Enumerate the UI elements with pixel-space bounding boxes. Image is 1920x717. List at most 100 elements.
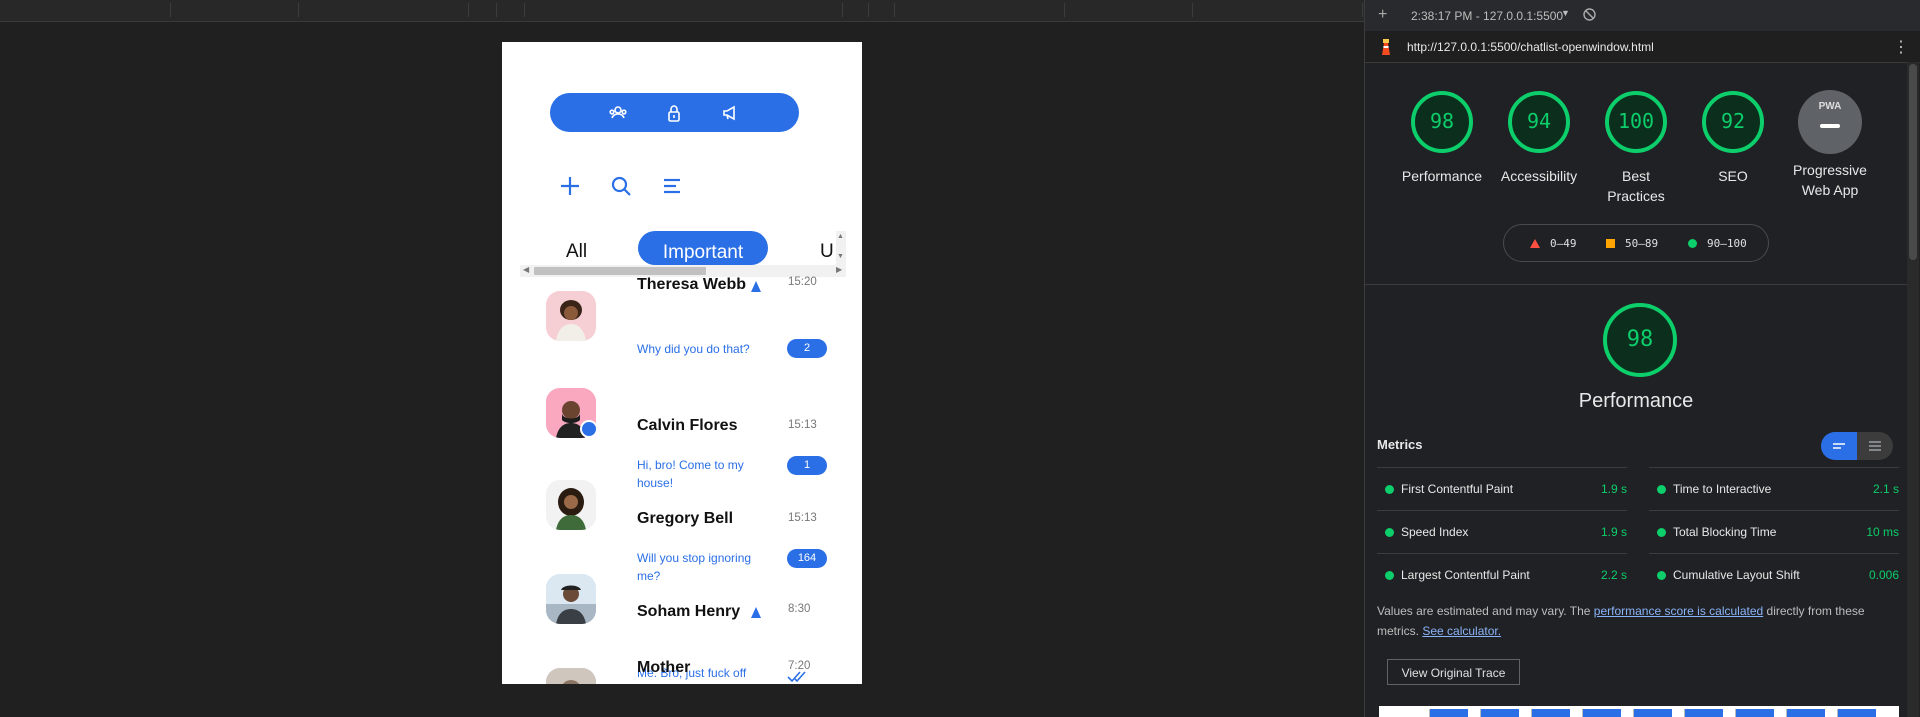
group-icon[interactable] — [608, 103, 628, 123]
filmstrip — [1379, 706, 1899, 717]
metrics-column-left: First Contentful Paint 1.9 s Speed Index 1… — [1377, 467, 1627, 596]
metric-name: Time to Interactive — [1673, 482, 1772, 496]
megaphone-icon[interactable] — [721, 103, 741, 123]
score-gauge-accessibility[interactable]: 94 Accessibility — [1489, 89, 1589, 186]
report-selector-bar: + 2:38:17 PM - 127.0.0.1:5500 ▼ — [1365, 0, 1920, 32]
note-text: Values are estimated and may vary. The — [1377, 604, 1594, 618]
filmstrip-frame — [1684, 709, 1723, 717]
score-value: 92 — [1720, 109, 1746, 133]
pass-dot — [1385, 528, 1394, 537]
filmstrip-frame — [1429, 709, 1468, 717]
metric-value: 2.2 s — [1600, 568, 1627, 582]
metric-value: 10 ms — [1866, 525, 1899, 539]
metric-row: Time to Interactive 2.1 s — [1649, 467, 1899, 510]
pwa-dash — [1820, 124, 1840, 128]
pass-dot — [1385, 485, 1394, 494]
score-label: Best Practices — [1607, 168, 1665, 204]
metrics-view-toggle[interactable] — [1821, 432, 1893, 460]
avatar — [546, 291, 596, 341]
new-report-icon[interactable]: + — [1378, 6, 1387, 24]
clear-icon[interactable] — [1583, 8, 1596, 21]
toolbar-segment — [868, 3, 895, 17]
message-preview: Hi, bro! Come to my house! — [637, 458, 744, 490]
devtools-device-toolbar — [0, 0, 1364, 22]
filmstrip-frame — [1531, 709, 1570, 717]
score-label: Progressive Web App — [1793, 162, 1867, 198]
tabs-vertical-scrollbar[interactable]: ▲ ▼ — [836, 231, 846, 265]
metric-name: Total Blocking Time — [1673, 525, 1777, 539]
score-gauge-performance[interactable]: 98 Performance — [1392, 89, 1492, 186]
lock-icon[interactable] — [664, 103, 684, 123]
avatar — [546, 574, 596, 624]
message-preview: Why did you do that? — [637, 342, 750, 356]
online-status-dot — [580, 420, 598, 438]
view-original-trace-button[interactable]: View Original Trace — [1387, 659, 1520, 685]
tab-all[interactable]: All — [566, 241, 587, 263]
unread-badge: 2 — [787, 339, 827, 358]
filmstrip-frame — [1582, 709, 1621, 717]
score-scale-legend: 0–49 50–89 90–100 — [1503, 224, 1769, 262]
panel-scrollbar[interactable] — [1907, 62, 1919, 717]
toolbar-segment — [496, 3, 525, 17]
pass-dot — [1657, 485, 1666, 494]
legend-average-label: 50–89 — [1625, 237, 1659, 250]
pass-dot — [1657, 528, 1666, 537]
score-calculated-link[interactable]: performance score is calculated — [1594, 604, 1763, 618]
score-value: 98 — [1429, 109, 1455, 133]
score-gauge-pwa[interactable]: PWA Progressive Web App — [1780, 89, 1880, 200]
report-session[interactable]: 2:38:17 PM - 127.0.0.1:5500 — [1411, 9, 1563, 23]
filmstrip-frame — [1786, 709, 1825, 717]
score-label: SEO — [1718, 168, 1748, 184]
score-label: Accessibility — [1500, 168, 1578, 184]
dropdown-caret-icon[interactable]: ▼ — [1561, 8, 1570, 18]
audited-url[interactable]: http://127.0.0.1:5500/chatlist-openwindo… — [1407, 40, 1654, 54]
category-title: Performance — [1578, 390, 1694, 412]
tab-important-label: Important — [662, 242, 744, 263]
unread-badge: 164 — [787, 549, 827, 568]
toolbar-segment — [0, 3, 171, 17]
more-options-icon[interactable]: ⋮ — [1893, 37, 1909, 57]
legend-average: 50–89 — [1606, 237, 1658, 250]
toolbar-segment — [842, 3, 869, 17]
toolbar-segment — [1064, 3, 1193, 17]
scroll-down-arrow-icon[interactable]: ▼ — [837, 253, 844, 260]
metric-value: 0.006 — [1868, 568, 1899, 582]
metric-row: Largest Contentful Paint 2.2 s — [1377, 553, 1627, 596]
legend-fail-label: 0–49 — [1550, 237, 1577, 250]
pass-dot — [1657, 571, 1666, 580]
scroll-up-arrow-icon[interactable]: ▲ — [837, 233, 844, 240]
tab-important[interactable]: Important — [638, 231, 768, 265]
category-toolbar — [550, 93, 799, 132]
toolbar-segment — [524, 3, 843, 17]
metric-row: Total Blocking Time 10 ms — [1649, 510, 1899, 553]
chat-filter-tabs: All Important U ▲ ▼ ◀ ▶ — [518, 189, 846, 278]
scroll-left-arrow-icon[interactable]: ◀ — [523, 265, 529, 274]
filmstrip-frame — [1633, 709, 1672, 717]
scroll-right-arrow-icon[interactable]: ▶ — [836, 265, 842, 274]
score-gauge-seo[interactable]: 92 SEO — [1683, 89, 1783, 186]
message-time: 8:30 — [788, 603, 811, 615]
expanded-view-icon[interactable] — [1867, 439, 1883, 453]
lighthouse-icon — [1382, 39, 1390, 55]
pwa-badge-text: PWA — [1818, 101, 1842, 112]
avatar — [546, 480, 596, 530]
score-gauge-best-practices[interactable]: 100 Best Practices — [1586, 89, 1686, 206]
filmstrip-frame — [1480, 709, 1519, 717]
contact-name: Soham Henry — [637, 603, 741, 620]
performance-gauge-large: 98 — [1600, 300, 1680, 385]
legend-pass-label: 90–100 — [1707, 237, 1747, 250]
contact-name: Mother — [637, 659, 691, 676]
metrics-column-right: Time to Interactive 2.1 s Total Blocking … — [1649, 467, 1899, 596]
square-icon — [1606, 239, 1615, 248]
tab-unread[interactable]: U — [820, 241, 834, 263]
see-calculator-link[interactable]: See calculator. — [1422, 624, 1501, 638]
triangle-icon — [1530, 239, 1540, 248]
metric-name: First Contentful Paint — [1401, 482, 1514, 496]
contact-name: Gregory Bell — [637, 510, 734, 527]
compact-view-icon[interactable] — [1831, 439, 1847, 453]
metric-value: 1.9 s — [1600, 482, 1627, 496]
message-time: 15:13 — [788, 512, 817, 524]
scrollbar-thumb[interactable] — [1909, 64, 1917, 260]
unread-badge: 1 — [787, 456, 827, 475]
double-check-icon — [787, 671, 806, 683]
